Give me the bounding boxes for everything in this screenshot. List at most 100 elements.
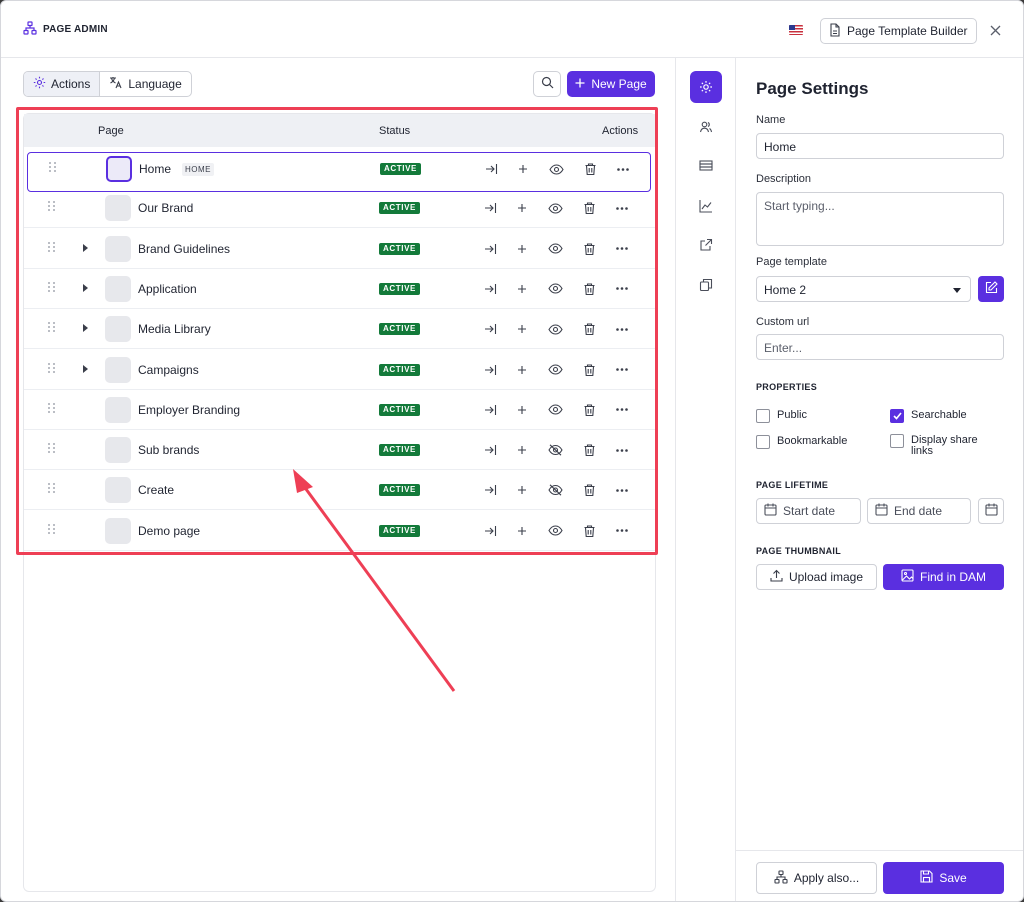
new-page-button[interactable]: New Page — [567, 71, 655, 97]
page-template-builder-button[interactable]: Page Template Builder — [820, 18, 977, 44]
table-row[interactable]: Demo page ACTIVE — [24, 511, 655, 551]
add-child-icon[interactable] — [514, 362, 530, 378]
drag-handle-icon[interactable] — [48, 443, 56, 455]
more-options-icon[interactable] — [614, 523, 630, 539]
settings-gear-icon[interactable] — [690, 71, 722, 103]
table-row[interactable]: Our Brand ACTIVE — [24, 188, 655, 229]
drag-handle-icon[interactable] — [48, 402, 56, 415]
add-child-icon[interactable] — [514, 523, 530, 539]
more-options-icon[interactable] — [614, 402, 630, 418]
drag-handle-icon[interactable] — [48, 483, 56, 495]
move-to-icon[interactable] — [482, 200, 498, 216]
table-row[interactable]: Application ACTIVE — [24, 269, 655, 309]
visible-eye-icon[interactable] — [547, 402, 563, 418]
delete-trash-icon[interactable] — [581, 442, 597, 458]
move-to-icon[interactable] — [482, 402, 498, 418]
visible-eye-icon[interactable] — [547, 362, 563, 378]
move-to-icon[interactable] — [482, 523, 498, 539]
upload-image-button[interactable]: Upload image — [756, 564, 877, 590]
drag-handle-icon[interactable] — [48, 362, 56, 375]
actions-tab[interactable]: Actions — [24, 72, 101, 96]
public-checkbox[interactable]: Public — [756, 409, 807, 423]
move-to-icon[interactable] — [482, 482, 498, 498]
visible-eye-icon[interactable] — [547, 241, 563, 257]
move-to-icon[interactable] — [483, 161, 499, 177]
page-name[interactable]: Campaigns — [138, 363, 199, 377]
name-field[interactable]: Home — [756, 133, 1004, 159]
language-tab[interactable]: Language — [100, 72, 190, 96]
searchable-checkbox[interactable]: Searchable — [890, 409, 967, 423]
page-template-select[interactable]: Home 2 — [756, 276, 971, 302]
move-to-icon[interactable] — [482, 442, 498, 458]
drag-handle-icon[interactable] — [48, 322, 56, 334]
display-share-links-checkbox[interactable]: Display share links — [890, 434, 990, 457]
users-icon[interactable] — [690, 111, 722, 143]
more-options-icon[interactable] — [614, 281, 630, 297]
more-options-icon[interactable] — [615, 161, 631, 177]
add-child-icon[interactable] — [515, 161, 531, 177]
page-name[interactable]: Our Brand — [138, 201, 193, 215]
expand-caret-icon[interactable] — [83, 364, 88, 373]
drag-handle-icon[interactable] — [48, 523, 56, 536]
drag-handle-icon[interactable] — [48, 241, 56, 254]
end-date-field[interactable]: End date — [867, 498, 971, 524]
visible-eye-icon[interactable] — [547, 321, 563, 337]
delete-trash-icon[interactable] — [581, 402, 597, 418]
page-name[interactable]: Application — [138, 282, 197, 296]
add-child-icon[interactable] — [514, 321, 530, 337]
page-name[interactable]: Brand Guidelines — [138, 242, 230, 256]
page-name[interactable]: Home — [139, 162, 171, 176]
add-child-icon[interactable] — [514, 241, 530, 257]
description-textarea[interactable]: Start typing... — [756, 192, 1004, 246]
visible-eye-icon[interactable] — [547, 200, 563, 216]
delete-trash-icon[interactable] — [581, 241, 597, 257]
external-link-icon[interactable] — [690, 229, 722, 261]
table-row[interactable]: Media Library ACTIVE — [24, 309, 655, 350]
bookmarkable-checkbox[interactable]: Bookmarkable — [756, 435, 847, 449]
delete-trash-icon[interactable] — [582, 161, 598, 177]
layers-list-icon[interactable] — [690, 150, 722, 182]
move-to-icon[interactable] — [482, 321, 498, 337]
visible-eye-icon[interactable] — [547, 281, 563, 297]
delete-trash-icon[interactable] — [581, 482, 597, 498]
more-options-icon[interactable] — [614, 442, 630, 458]
more-options-icon[interactable] — [614, 200, 630, 216]
visible-eye-icon[interactable] — [548, 161, 564, 177]
delete-trash-icon[interactable] — [581, 321, 597, 337]
add-child-icon[interactable] — [514, 442, 530, 458]
table-row[interactable]: Sub brands ACTIVE — [24, 430, 655, 471]
calendar-picker-button[interactable] — [978, 498, 1004, 524]
custom-url-field[interactable]: Enter... — [756, 334, 1004, 360]
drag-handle-icon[interactable] — [48, 201, 56, 213]
table-row[interactable]: Brand Guidelines ACTIVE — [24, 229, 655, 269]
table-row[interactable]: Home HOME ACTIVE — [27, 152, 651, 192]
hidden-eye-off-icon[interactable] — [547, 442, 563, 458]
add-child-icon[interactable] — [514, 402, 530, 418]
more-options-icon[interactable] — [614, 482, 630, 498]
analytics-chart-icon[interactable] — [690, 190, 722, 222]
visible-eye-icon[interactable] — [547, 523, 563, 539]
close-icon[interactable] — [986, 21, 1004, 39]
page-name[interactable]: Employer Branding — [138, 403, 240, 417]
delete-trash-icon[interactable] — [581, 523, 597, 539]
copy-icon[interactable] — [690, 269, 722, 301]
move-to-icon[interactable] — [482, 241, 498, 257]
start-date-field[interactable]: Start date — [756, 498, 861, 524]
delete-trash-icon[interactable] — [581, 200, 597, 216]
page-name[interactable]: Create — [138, 483, 174, 497]
more-options-icon[interactable] — [614, 321, 630, 337]
move-to-icon[interactable] — [482, 362, 498, 378]
page-name[interactable]: Sub brands — [138, 443, 199, 457]
page-name[interactable]: Media Library — [138, 322, 211, 336]
search-button[interactable] — [533, 71, 561, 97]
delete-trash-icon[interactable] — [581, 362, 597, 378]
drag-handle-icon[interactable] — [49, 162, 57, 174]
expand-caret-icon[interactable] — [83, 243, 88, 252]
delete-trash-icon[interactable] — [581, 281, 597, 297]
expand-caret-icon[interactable] — [83, 324, 88, 333]
save-button[interactable]: Save — [883, 862, 1004, 894]
page-name[interactable]: Demo page — [138, 524, 200, 538]
more-options-icon[interactable] — [614, 362, 630, 378]
add-child-icon[interactable] — [514, 482, 530, 498]
table-row[interactable]: Employer Branding ACTIVE — [24, 390, 655, 430]
